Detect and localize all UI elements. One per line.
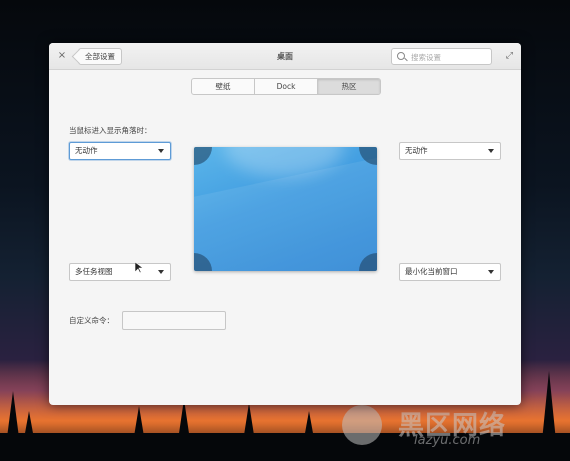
bottom-right-corner-select[interactable]: 最小化当前窗口: [399, 263, 501, 281]
dropdown-arrow-icon: [488, 270, 494, 274]
watermark-logo-icon: [342, 405, 382, 445]
tab-bar: 壁纸 Dock 热区: [191, 78, 381, 95]
bottom-left-corner-select[interactable]: 多任务视图: [69, 263, 171, 281]
corner-indicator-top-left: [194, 147, 212, 165]
search-input[interactable]: 搜索设置: [391, 48, 492, 65]
top-right-corner-select[interactable]: 无动作: [399, 142, 501, 160]
top-left-corner-select[interactable]: 无动作: [69, 142, 171, 160]
search-icon: [397, 52, 405, 60]
tab-hotcorners[interactable]: 热区: [318, 79, 380, 94]
custom-command-input[interactable]: [122, 311, 226, 330]
dropdown-arrow-icon: [488, 149, 494, 153]
bottom-left-corner-value: 多任务视图: [75, 267, 113, 276]
hotcorner-preview: [194, 147, 377, 271]
tab-dock[interactable]: Dock: [255, 79, 318, 94]
top-left-corner-value: 无动作: [75, 146, 98, 155]
mouse-cursor-icon: [135, 262, 143, 274]
watermark-subtext: lazyu.com: [414, 433, 481, 448]
dropdown-arrow-icon: [158, 149, 164, 153]
tab-wallpaper[interactable]: 壁纸: [192, 79, 255, 94]
top-right-corner-value: 无动作: [405, 146, 428, 155]
maximize-icon[interactable]: ⤢: [506, 51, 513, 61]
titlebar: × 全部设置 桌面 搜索设置 ⤢: [49, 43, 521, 70]
watermark: 黑区网络 lazyu.com: [336, 403, 556, 453]
bottom-right-corner-value: 最小化当前窗口: [405, 267, 458, 276]
search-placeholder: 搜索设置: [411, 53, 441, 62]
settings-window: × 全部设置 桌面 搜索设置 ⤢ 壁纸 Dock 热区 当鼠标进入显示角落时： …: [49, 43, 521, 405]
custom-command-label: 自定义命令：: [69, 316, 114, 325]
dropdown-arrow-icon: [158, 270, 164, 274]
hotcorner-hint: 当鼠标进入显示角落时：: [69, 126, 152, 135]
